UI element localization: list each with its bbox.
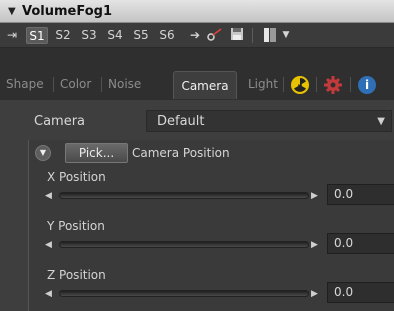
tab-shape[interactable]: Shape xyxy=(6,75,44,94)
y-position-label: Y Position xyxy=(47,219,105,233)
tab-light[interactable]: Light xyxy=(248,75,278,94)
z-position-value[interactable]: 0.0 xyxy=(327,282,394,303)
radioactive-icon-svg xyxy=(292,77,308,93)
radioactive-icon[interactable] xyxy=(291,76,309,94)
camera-position-title: Camera Position xyxy=(132,146,230,160)
decrement-arrow-icon[interactable]: ◀ xyxy=(45,240,52,250)
slot-button-s1[interactable]: S1 xyxy=(26,27,48,44)
tool-title: VolumeFog1 xyxy=(22,4,112,19)
tool-panel: ▼ VolumeFog1 ⇥ S1 S2 S3 S4 S5 S6 ➔ ▼ Sha… xyxy=(0,0,394,311)
x-position-track[interactable] xyxy=(59,192,309,199)
collapse-toggle-icon[interactable]: ▼ xyxy=(35,145,51,161)
x-position-label: X Position xyxy=(47,170,106,184)
tab-divider xyxy=(53,77,54,92)
layout-icon-svg xyxy=(264,28,276,42)
gear-icon-svg xyxy=(324,76,342,94)
camera-dropdown-value: Default xyxy=(157,114,205,129)
camera-dropdown[interactable]: Default ▼ xyxy=(146,110,392,132)
camera-position-group: ▼ Pick... Camera Position X Position ◀ ▶… xyxy=(28,140,394,311)
tab-camera[interactable]: Camera xyxy=(173,71,237,99)
camera-row: Camera Default ▼ xyxy=(0,110,394,132)
increment-arrow-icon[interactable]: ▶ xyxy=(311,240,318,250)
slot-button-s2[interactable]: S2 xyxy=(52,27,74,44)
tab-divider xyxy=(316,77,317,92)
chevron-down-icon[interactable]: ▼ xyxy=(280,27,292,44)
z-position-track[interactable] xyxy=(59,290,309,297)
gear-icon[interactable] xyxy=(324,76,342,94)
link-icon-svg xyxy=(207,28,222,41)
slot-button-s4[interactable]: S4 xyxy=(104,27,126,44)
save-icon-svg xyxy=(231,28,243,40)
slot-button-s5[interactable]: S5 xyxy=(130,27,152,44)
z-position-label: Z Position xyxy=(47,268,106,282)
arrow-right-icon[interactable]: ➔ xyxy=(186,27,204,44)
increment-arrow-icon[interactable]: ▶ xyxy=(311,191,318,201)
tab-divider xyxy=(350,77,351,92)
tab-row: Shape Color Noise Camera Light i xyxy=(0,69,394,99)
decrement-arrow-icon[interactable]: ◀ xyxy=(45,191,52,201)
pin-icon[interactable]: ⇥ xyxy=(4,27,20,44)
tab-bar: Shape Color Noise Camera Light i xyxy=(0,48,394,100)
camera-tab-content: Camera Default ▼ ▼ Pick... Camera Positi… xyxy=(0,100,394,311)
y-position-track[interactable] xyxy=(59,241,309,248)
increment-arrow-icon[interactable]: ▶ xyxy=(311,289,318,299)
x-position-slider: X Position ◀ ▶ 0.0 xyxy=(39,170,394,214)
tab-color[interactable]: Color xyxy=(60,75,91,94)
toolbar: ⇥ S1 S2 S3 S4 S5 S6 ➔ ▼ xyxy=(0,23,394,48)
pick-button[interactable]: Pick... xyxy=(65,143,128,163)
collapse-arrow-icon[interactable]: ▼ xyxy=(8,6,16,17)
y-position-slider: Y Position ◀ ▶ 0.0 xyxy=(39,219,394,263)
slot-button-s3[interactable]: S3 xyxy=(78,27,100,44)
layout-icon[interactable] xyxy=(262,27,278,44)
chevron-down-icon: ▼ xyxy=(377,116,385,127)
camera-label: Camera xyxy=(34,114,86,129)
z-position-slider: Z Position ◀ ▶ 0.0 xyxy=(39,268,394,311)
save-icon[interactable] xyxy=(228,27,246,44)
decrement-arrow-icon[interactable]: ◀ xyxy=(45,289,52,299)
link-icon[interactable] xyxy=(206,27,224,44)
x-position-value[interactable]: 0.0 xyxy=(327,184,394,205)
camera-position-header: ▼ Pick... Camera Position xyxy=(29,142,394,164)
toolbar-divider xyxy=(252,28,253,43)
slot-button-s6[interactable]: S6 xyxy=(156,27,178,44)
y-position-value[interactable]: 0.0 xyxy=(327,233,394,254)
tab-divider xyxy=(283,77,284,92)
tab-noise[interactable]: Noise xyxy=(108,75,141,94)
tab-divider xyxy=(101,77,102,92)
info-icon[interactable]: i xyxy=(358,76,376,94)
tool-header[interactable]: ▼ VolumeFog1 xyxy=(0,0,394,23)
